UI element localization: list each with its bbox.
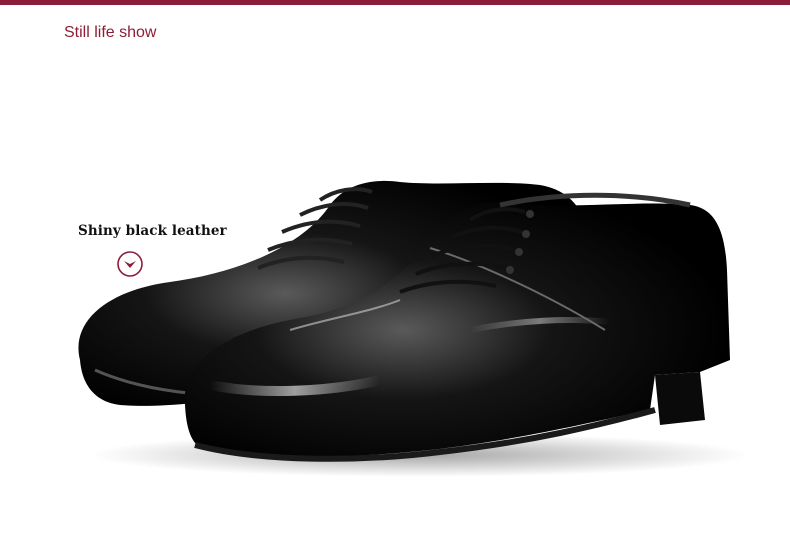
feature-label: Shiny black leather (78, 223, 227, 239)
chevron-down-circle-icon (117, 251, 143, 277)
front-shoe (184, 192, 730, 462)
